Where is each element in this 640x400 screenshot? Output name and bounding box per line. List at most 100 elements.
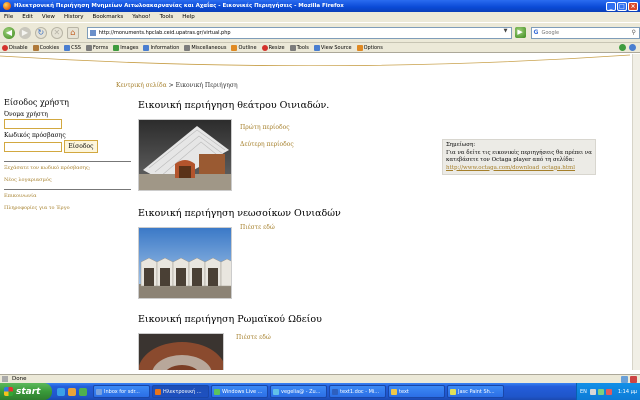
section-odeion: Εικονική περιήγηση Ρωμαϊκού Ωδείου Πιέστ… — [138, 314, 438, 370]
odeion-image — [139, 334, 223, 370]
dev-tools-label: Tools — [296, 44, 309, 51]
menu-history[interactable]: History — [64, 14, 84, 20]
folder-icon — [391, 388, 397, 395]
address-bar[interactable]: ▼ — [86, 26, 512, 39]
search-input[interactable] — [541, 29, 632, 36]
clock[interactable]: 1:14 μμ — [618, 389, 637, 395]
dev-outline[interactable]: Outline — [231, 44, 257, 51]
task-text-folder[interactable]: text — [388, 385, 445, 398]
breadcrumb: Κεντρική σελίδα > Εικονική Περιήγηση — [116, 82, 238, 89]
tray-messenger-icon[interactable] — [597, 388, 604, 395]
dev-disable[interactable]: Disable — [2, 44, 28, 51]
breadcrumb-home-link[interactable]: Κεντρική σελίδα — [116, 82, 167, 89]
url-dropdown-icon[interactable]: ▼ — [501, 28, 511, 38]
dev-cookies[interactable]: Cookies — [32, 44, 59, 51]
menu-help[interactable]: Help — [182, 14, 195, 20]
username-field[interactable] — [4, 119, 62, 129]
maximize-button[interactable]: □ — [617, 1, 627, 11]
tray-network-icon[interactable] — [589, 388, 596, 395]
odeion-thumbnail[interactable] — [138, 333, 224, 370]
stop-button[interactable]: ✕ — [50, 26, 63, 39]
task-word[interactable]: text1.doc - Mi... — [329, 385, 386, 398]
messenger-icon — [214, 388, 220, 395]
menu-bar: File Edit View History Bookmarks Yahoo! … — [0, 12, 640, 22]
task-label: Jasc Paint Sh... — [458, 388, 495, 395]
dev-forms[interactable]: Forms — [85, 44, 109, 51]
menu-bookmarks[interactable]: Bookmarks — [93, 14, 124, 20]
task-windows-live[interactable]: Windows Live ... — [211, 385, 268, 398]
show-desktop-icon[interactable] — [68, 387, 76, 396]
menu-file[interactable]: File — [4, 14, 13, 20]
theatre-thumbnail[interactable] — [138, 119, 232, 191]
info-icon[interactable] — [629, 44, 636, 51]
search-box[interactable]: G ⚲ — [530, 26, 640, 39]
back-button[interactable]: ◀ — [3, 26, 15, 39]
home-button[interactable]: ⌂ — [66, 26, 79, 39]
dev-miscellaneous[interactable]: Miscellaneous — [184, 44, 227, 51]
task-firefox[interactable]: Ηλεκτρονική ... — [152, 385, 209, 398]
contact-link[interactable]: Επικοινωνία — [4, 193, 132, 199]
shipsheds-click-link[interactable]: Πιέστε εδώ — [240, 224, 275, 231]
vertical-scrollbar[interactable] — [632, 54, 640, 370]
url-input[interactable] — [98, 29, 499, 36]
start-button[interactable]: start — [0, 383, 52, 400]
forward-button[interactable]: ▶ — [18, 26, 31, 39]
status-text: Done — [12, 376, 27, 382]
search-icon[interactable]: ⚲ — [631, 29, 635, 36]
check-icon[interactable] — [619, 44, 626, 51]
octaga-download-link[interactable]: http://www.octaga.com/download_octaga.ht… — [446, 165, 575, 171]
dev-information[interactable]: Information — [143, 44, 179, 51]
forgot-password-link[interactable]: Ξεχάσατε τον κωδικό πρόσβασης; — [4, 165, 132, 171]
site-favicon-icon — [89, 29, 96, 36]
task-label: Inbox for sdr... — [104, 388, 140, 395]
window-title-bar[interactable]: Ηλεκτρονική Περιήγηση Μνημείων Αιτωλοακα… — [0, 0, 640, 12]
forms-icon — [85, 44, 92, 51]
dev-miscellaneous-label: Miscellaneous — [191, 44, 227, 51]
tray-security-icon[interactable] — [605, 388, 612, 395]
first-period-link[interactable]: Πρώτη περίοδος — [240, 124, 294, 131]
menu-edit[interactable]: Edit — [22, 14, 33, 20]
menu-yahoo[interactable]: Yahoo! — [132, 14, 150, 20]
task-label: vegelia@ - Zu... — [281, 388, 321, 395]
dev-forms-label: Forms — [92, 44, 109, 51]
login-button[interactable]: Είσοδος — [63, 140, 98, 153]
close-button[interactable]: × — [628, 1, 638, 11]
second-period-link[interactable]: Δεύτερη περίοδος — [240, 141, 294, 148]
odeion-click-link[interactable]: Πιέστε εδώ — [236, 334, 271, 341]
dev-images-label: Images — [120, 44, 139, 51]
dev-images[interactable]: Images — [113, 44, 139, 51]
web-developer-toolbar: Disable Cookies CSS Forms Images Informa… — [0, 43, 640, 53]
password-field[interactable] — [4, 142, 62, 152]
go-button[interactable]: ▶ — [514, 27, 526, 38]
media-player-icon[interactable] — [79, 387, 87, 396]
minimize-button[interactable]: _ — [606, 1, 616, 11]
dev-tools[interactable]: Tools — [289, 44, 309, 51]
menu-tools[interactable]: Tools — [160, 14, 174, 20]
tools-icon — [289, 44, 296, 51]
octaga-note: Σημείωση: Για να δείτε τις εικονικές περ… — [442, 139, 596, 175]
security-icon[interactable] — [621, 375, 628, 383]
dev-view-source[interactable]: View Source — [313, 44, 352, 51]
dev-resize-label: Resize — [268, 44, 285, 51]
section-title: Εικονική περιήγηση νεωσοίκων Οινιαδών — [138, 208, 341, 219]
new-account-link[interactable]: Νέος λογαριασμός — [4, 177, 132, 183]
dev-css-label: CSS — [71, 44, 81, 51]
main-content: Εικονική περιήγηση θεάτρου Οινιαδών. Πρώ… — [138, 100, 438, 370]
adblock-icon[interactable] — [630, 375, 637, 383]
dev-resize[interactable]: Resize — [261, 44, 285, 51]
shipsheds-thumbnail[interactable] — [138, 227, 232, 299]
reload-button[interactable]: ↻ — [34, 26, 47, 39]
dev-options[interactable]: Options — [356, 44, 383, 51]
section-theatre: Εικονική περιήγηση θεάτρου Οινιαδών. Πρώ… — [138, 100, 438, 208]
task-vegelia[interactable]: vegelia@ - Zu... — [270, 385, 327, 398]
header-curve-decoration — [0, 54, 631, 66]
ie-icon[interactable] — [57, 387, 65, 396]
menu-view[interactable]: View — [42, 14, 55, 20]
dev-css[interactable]: CSS — [64, 44, 81, 51]
dev-options-label: Options — [363, 44, 383, 51]
task-paint-shop[interactable]: Jasc Paint Sh... — [447, 385, 504, 398]
project-info-link[interactable]: Πληροφορίες για το Έργο — [4, 205, 132, 211]
language-indicator[interactable]: EN — [580, 389, 587, 395]
task-thunderbird[interactable]: Inbox for sdr... — [93, 385, 150, 398]
note-body: Για να δείτε τις εικονικές περιηγήσεις θ… — [446, 149, 592, 164]
